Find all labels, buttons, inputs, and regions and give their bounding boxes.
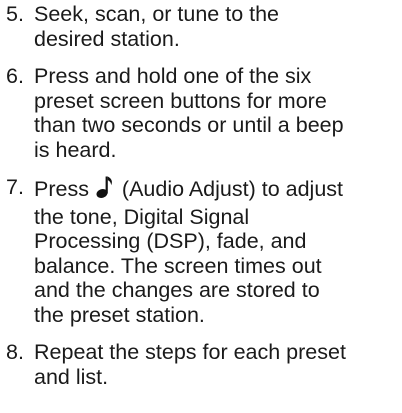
step-number: 7.: [6, 175, 24, 199]
step-8: 8. Repeat the steps for each preset and …: [6, 340, 398, 389]
step-number: 5.: [6, 2, 24, 26]
step-text: Press and hold one of the six preset scr…: [34, 64, 344, 162]
step-5: 5. Seek, scan, or tune to the desired st…: [6, 2, 398, 51]
music-note-icon: [96, 175, 114, 205]
step-number: 8.: [6, 340, 24, 364]
step-text-before-icon: Press: [34, 177, 95, 201]
step-text: Repeat the steps for each preset and lis…: [34, 340, 346, 389]
step-7: 7. Press (Audio Adjust) to adjust the to…: [6, 175, 398, 327]
step-number: 6.: [6, 64, 24, 88]
step-6: 6. Press and hold one of the six preset …: [6, 64, 398, 162]
step-text: Seek, scan, or tune to the desired stati…: [34, 2, 280, 51]
step-text: Press (Audio Adjust) to adjust the tone,…: [34, 175, 398, 327]
instruction-list: 5. Seek, scan, or tune to the desired st…: [6, 2, 398, 402]
